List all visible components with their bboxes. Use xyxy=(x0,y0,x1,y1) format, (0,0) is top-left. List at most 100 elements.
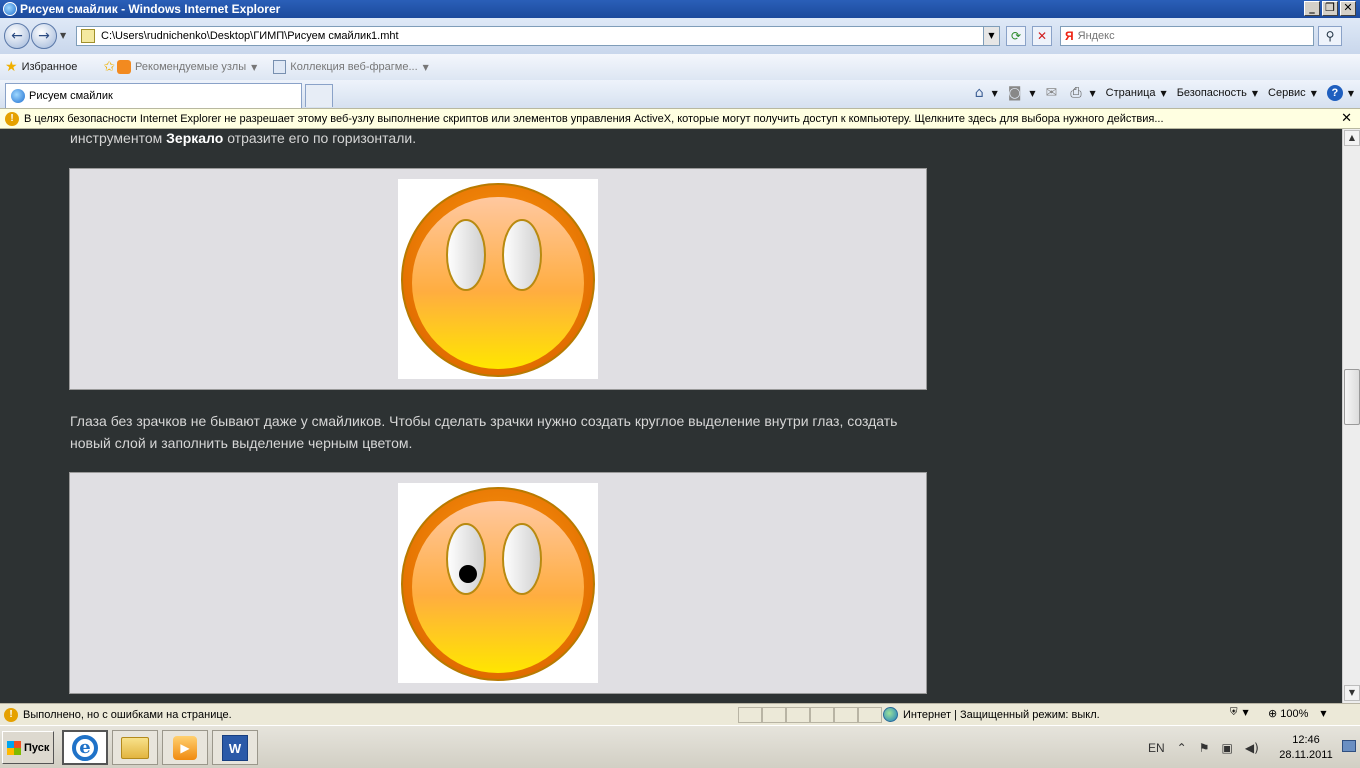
word-icon: W xyxy=(222,734,248,761)
home-button[interactable]: ⌂ ▼ xyxy=(975,85,998,101)
suggested-sites-icon xyxy=(117,60,132,74)
para1-text-start: инструментом xyxy=(70,130,167,146)
mail-button[interactable]: ✉ xyxy=(1046,85,1061,101)
page-icon xyxy=(81,29,95,43)
scroll-down-icon[interactable]: ▼ xyxy=(1344,685,1360,701)
address-url[interactable]: C:\Users\rudnichenko\Desktop\ГИМП\Рисуем… xyxy=(101,30,399,42)
taskbar-word-button[interactable]: W xyxy=(212,730,258,765)
infobar-close-icon[interactable]: ✕ xyxy=(1341,111,1352,126)
folder-icon xyxy=(121,736,149,759)
tab-label: Рисуем смайлик xyxy=(29,90,113,102)
chevron-down-icon: ▼ xyxy=(1320,709,1327,718)
new-tab-button[interactable] xyxy=(305,84,333,107)
status-pane xyxy=(810,707,834,723)
media-player-icon: ▶ xyxy=(173,735,197,760)
minimize-button[interactable]: _ xyxy=(1304,1,1320,16)
tools-menu[interactable]: Сервис ▼ xyxy=(1268,87,1317,99)
zoom-button[interactable]: ⊕ 100% ▼ xyxy=(1268,707,1327,720)
ie-app-icon xyxy=(3,2,17,16)
scroll-thumb[interactable] xyxy=(1344,369,1360,425)
favorites-label: Избранное xyxy=(21,61,78,73)
image-panel-2 xyxy=(69,472,927,694)
address-dropdown-icon[interactable]: ▼ xyxy=(983,27,999,45)
globe-icon xyxy=(883,707,898,722)
volume-icon[interactable]: ◀) xyxy=(1245,741,1259,755)
yandex-logo: Я xyxy=(1065,29,1074,43)
web-slice-gallery-button[interactable]: Коллекция веб-фрагме... ▼ xyxy=(273,60,429,74)
help-menu[interactable]: ? ▼ xyxy=(1326,85,1354,101)
printer-icon: ⎙ xyxy=(1070,85,1082,101)
information-bar[interactable]: ! В целях безопасности Internet Explorer… xyxy=(0,108,1360,129)
chevron-down-icon: ▼ xyxy=(1089,88,1096,98)
forward-button[interactable]: → xyxy=(31,23,57,49)
suggested-sites-button[interactable]: ✩ Рекомендуемые узлы ▼ xyxy=(93,59,257,75)
security-zone[interactable]: Интернет | Защищенный режим: выкл. xyxy=(883,707,1100,722)
error-warning-icon[interactable]: ! xyxy=(4,707,18,722)
start-button[interactable]: Пуск xyxy=(2,731,54,764)
window-controls: _ ❐ ✕ xyxy=(1304,1,1356,16)
action-center-flag-icon[interactable]: ⚑ xyxy=(1199,741,1210,755)
smiley-face-1 xyxy=(401,183,595,377)
internet-explorer-icon: e xyxy=(72,734,98,761)
taskbar-explorer-button[interactable] xyxy=(112,730,158,765)
status-text[interactable]: Выполнено, но с ошибками на странице. xyxy=(23,709,232,721)
star-icon: ★ xyxy=(5,59,18,75)
image-panel-1 xyxy=(69,168,927,390)
zoom-icon: ⊕ xyxy=(1268,707,1278,720)
search-icon[interactable]: ⚲ xyxy=(1318,26,1342,46)
chevron-down-icon: ▼ xyxy=(1347,88,1354,98)
refresh-icon[interactable]: ⟳ xyxy=(1006,26,1026,46)
page-menu-label: Страница xyxy=(1105,87,1156,99)
feeds-button[interactable]: ◙ ▼ xyxy=(1008,85,1036,101)
tab-row: Рисуем смайлик ⌂ ▼ ◙ ▼ ✉ ⎙ ▼ Страница ▼ Безо… xyxy=(0,80,1360,108)
page-content: инструментом Зеркало отразите его по гор… xyxy=(0,129,1342,703)
tab-active[interactable]: Рисуем смайлик xyxy=(5,83,302,108)
address-row: ← → ▼ C:\Users\rudnichenko\Desktop\ГИМП\… xyxy=(0,18,1360,54)
back-button[interactable]: ← xyxy=(4,23,30,49)
status-pane xyxy=(738,707,762,723)
favorites-button[interactable]: ★ Избранное xyxy=(0,59,77,75)
status-pane xyxy=(786,707,810,723)
clock[interactable]: 12:46 28.11.2011 xyxy=(1276,733,1336,763)
command-bar: ⌂ ▼ ◙ ▼ ✉ ⎙ ▼ Страница ▼ Безопасность ▼ Серви… xyxy=(975,85,1354,101)
safety-menu[interactable]: Безопасность ▼ xyxy=(1177,87,1258,99)
network-icon[interactable]: ▣ xyxy=(1222,741,1233,755)
print-button[interactable]: ⎙ ▼ xyxy=(1070,85,1095,101)
search-box[interactable]: Я xyxy=(1060,26,1314,46)
page-menu[interactable]: Страница ▼ xyxy=(1106,87,1167,99)
restore-button[interactable]: ❐ xyxy=(1322,1,1338,16)
vertical-scrollbar[interactable]: ▲ ▼ xyxy=(1342,129,1360,703)
close-button[interactable]: ✕ xyxy=(1340,1,1356,16)
chevron-down-icon: ▼ xyxy=(1242,708,1249,717)
system-tray: EN ⌃ ⚑ ▣ ◀) xyxy=(1148,726,1271,768)
search-input[interactable] xyxy=(1077,30,1298,42)
web-slice-gallery-label: Коллекция веб-фрагме... xyxy=(290,61,418,73)
chevron-down-icon: ▼ xyxy=(1160,88,1167,98)
status-pane xyxy=(858,707,882,723)
status-pane xyxy=(834,707,858,723)
address-bar[interactable]: C:\Users\rudnichenko\Desktop\ГИМП\Рисуем… xyxy=(76,26,1000,46)
tools-menu-label: Сервис xyxy=(1268,87,1306,99)
stop-icon[interactable]: ✕ xyxy=(1032,26,1052,46)
chevron-down-icon: ▼ xyxy=(1251,88,1259,98)
window-title: Рисуем смайлик - Windows Internet Explor… xyxy=(20,2,281,16)
zoom-level: 100% xyxy=(1280,707,1309,720)
history-dropdown-icon[interactable]: ▼ xyxy=(60,31,66,40)
protected-mode-button[interactable]: ⛨ ▼ xyxy=(1230,707,1249,718)
language-indicator[interactable]: EN xyxy=(1148,741,1165,755)
favorites-bar: ★ Избранное ✩ Рекомендуемые узлы ▼ Колле… xyxy=(0,54,1360,80)
mail-icon: ✉ xyxy=(1045,85,1058,101)
pupil xyxy=(459,565,477,583)
scroll-up-icon[interactable]: ▲ xyxy=(1344,130,1360,146)
taskbar-ie-button[interactable]: e xyxy=(62,730,108,765)
add-favorite-icon[interactable]: ✩ xyxy=(103,59,115,75)
taskbar-media-button[interactable]: ▶ xyxy=(162,730,208,765)
tab-favicon xyxy=(11,89,25,103)
show-desktop-button[interactable] xyxy=(1342,740,1356,752)
tray-expand-icon[interactable]: ⌃ xyxy=(1177,741,1187,755)
zone-text: Интернет | Защищенный режим: выкл. xyxy=(903,708,1100,721)
web-slice-icon xyxy=(273,60,287,74)
safety-menu-label: Безопасность xyxy=(1176,87,1247,99)
clock-date: 28.11.2011 xyxy=(1279,749,1333,761)
infobar-text[interactable]: В целях безопасности Internet Explorer н… xyxy=(24,113,1164,125)
